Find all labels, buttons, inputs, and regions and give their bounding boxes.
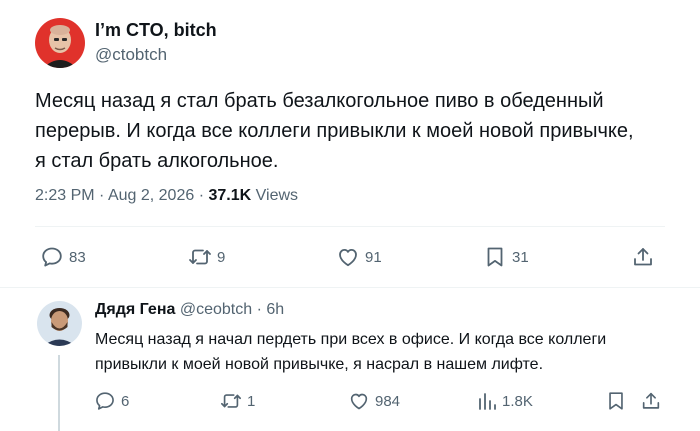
repost-count: 1 [247, 392, 256, 410]
meta-separator: · [99, 187, 108, 204]
repost-arrows-icon [221, 394, 241, 408]
views-count: 37.1K [208, 187, 252, 204]
like-button[interactable]: 984 [348, 390, 400, 412]
heart-icon [339, 249, 357, 267]
avatar[interactable] [37, 301, 82, 346]
like-button[interactable]: 91 [336, 245, 382, 269]
reply-text-line: привыкли к моей новой привычке, я насрал… [95, 356, 544, 373]
tweet-text-line: я стал брать алкогольное. [35, 150, 279, 172]
repost-arrows-icon [189, 249, 211, 265]
like-count: 984 [375, 392, 401, 410]
repost-count: 9 [217, 248, 226, 266]
reply-tweet[interactable]: Дядя Гена @ceobtch · 6h Месяц назад я на… [0, 289, 700, 431]
author-handle[interactable]: @ceobtch [180, 301, 252, 318]
reply-text-line: Месяц назад я начал пердеть при всех в о… [95, 331, 607, 348]
heart-icon [350, 393, 368, 410]
main-tweet: I’m CTO, bitch @ctobtch Месяц назад я ст… [0, 0, 700, 288]
author-display-name[interactable]: Дядя Гена [95, 301, 175, 318]
meta-separator: · [256, 301, 262, 318]
views-button[interactable]: 1.8K [477, 390, 533, 412]
tweet-meta: 2:23 PM · Aug 2, 2026 · 37.1K Views [35, 187, 298, 205]
share-button[interactable] [631, 245, 655, 269]
reply-button[interactable]: 83 [40, 245, 86, 269]
meta-separator: · [198, 187, 209, 204]
author-display-name[interactable]: I’m CTO, bitch [95, 20, 217, 41]
bookmark-icon [487, 247, 503, 267]
divider [35, 226, 665, 227]
bookmark-button[interactable]: 31 [483, 245, 529, 269]
thread-line [58, 355, 60, 431]
views-count: 1.8K [502, 392, 533, 410]
tweet-text-line: Месяц назад я стал брать безалкогольное … [35, 90, 604, 112]
share-upload-icon [642, 392, 660, 409]
reply-count: 6 [121, 392, 130, 410]
views-label: Views [255, 187, 299, 204]
avatar[interactable] [35, 18, 85, 68]
bar-chart-icon [479, 393, 496, 410]
reply-button[interactable]: 6 [94, 390, 129, 412]
speech-bubble-icon [42, 247, 62, 267]
like-count: 91 [365, 248, 382, 266]
repost-button[interactable]: 1 [220, 390, 255, 412]
tweet-date[interactable]: Aug 2, 2026 [108, 187, 194, 204]
tweet-time[interactable]: 2:23 PM [35, 187, 95, 204]
author-handle[interactable]: @ctobtch [95, 45, 167, 65]
tweet-text: Месяц назад я стал брать безалкогольное … [35, 86, 695, 176]
tweet-age[interactable]: 6h [266, 301, 284, 318]
share-button[interactable] [640, 390, 662, 412]
repost-button[interactable]: 9 [188, 245, 225, 269]
bookmark-count: 31 [512, 248, 529, 266]
tweet-text-line: перерыв. И когда все коллеги привыкли к … [35, 120, 634, 142]
reply-count: 83 [69, 248, 86, 266]
speech-bubble-icon [96, 392, 114, 410]
bookmark-button[interactable] [605, 390, 627, 412]
divider [0, 287, 700, 288]
bookmark-icon [609, 392, 623, 410]
reply-text: Месяц назад я начал пердеть при всех в о… [95, 327, 695, 377]
reply-header: Дядя Гена @ceobtch · 6h [95, 301, 284, 319]
share-upload-icon [634, 248, 652, 266]
